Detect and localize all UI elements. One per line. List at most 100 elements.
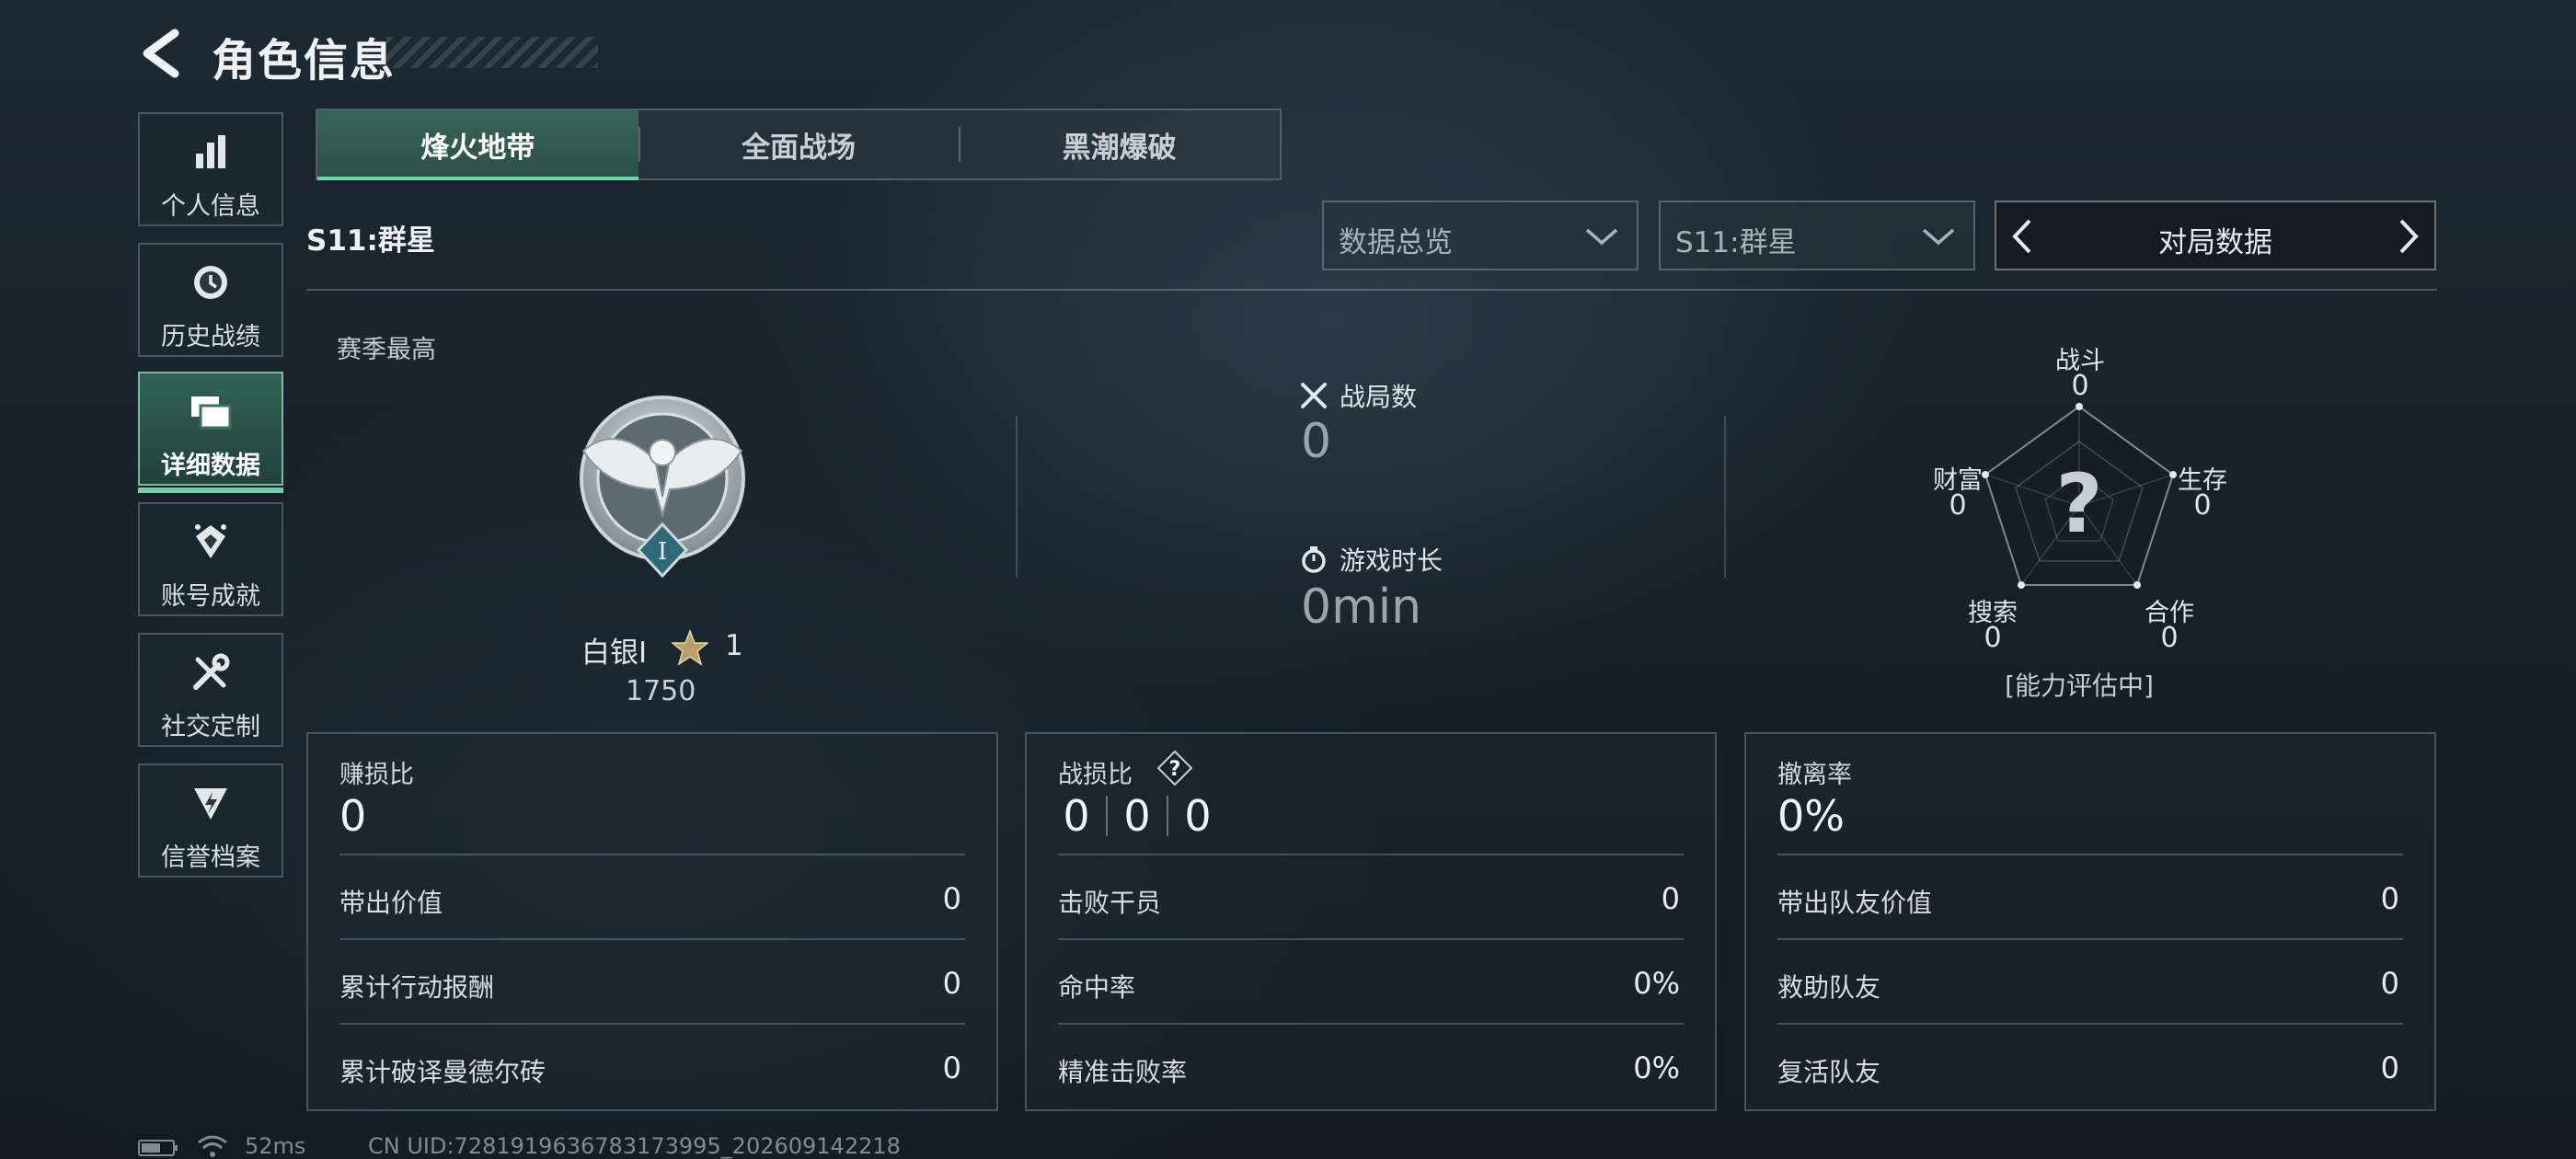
row-value: 0 [942, 966, 961, 1001]
kd-value: 0 [1063, 791, 1090, 841]
mode-tabs: 烽火地带 全面战场 黑潮爆破 [316, 109, 1282, 180]
help-icon[interactable]: ? [1157, 751, 1192, 786]
season-dropdown[interactable]: S11:群星 [1659, 201, 1975, 270]
card-row: 击败干员 0 [1058, 854, 1684, 940]
kd-value: 0 [1184, 791, 1212, 841]
radar-value-cooperation: 0 [2160, 622, 2179, 654]
ability-radar-chart: ? [1982, 403, 2177, 589]
ping-readout: 52ms [245, 1133, 306, 1159]
row-value: 0% [1633, 1050, 1680, 1085]
season-best-label: 赛季最高 [337, 336, 436, 364]
divider [1724, 416, 1726, 578]
tab-beacon-zone[interactable]: 烽火地带 [317, 110, 638, 180]
radar-value-wealth: 0 [1949, 489, 1967, 522]
chevron-down-icon [1922, 228, 1955, 246]
achievement-icon [195, 524, 226, 558]
card-row: 复活队友 0 [1777, 1023, 2403, 1109]
sidebar-item-reputation[interactable]: 信誉档案 [138, 763, 283, 878]
row-label: 复活队友 [1777, 1057, 1881, 1087]
unknown-mark: ? [2055, 456, 2102, 551]
radar-value-combat: 0 [2071, 370, 2089, 402]
kd-value: 0 [1123, 791, 1151, 841]
row-label: 命中率 [1058, 972, 1136, 1003]
chevron-right-icon[interactable] [2396, 217, 2421, 256]
extraction-rate-card: 撤离率 0% 带出队友价值 0 救助队友 0 复活队友 0 [1744, 732, 2436, 1111]
card-title: 撤离率 [1777, 761, 1852, 789]
timer-icon [1302, 546, 1326, 573]
sidebar-item-label: 历史战绩 [161, 323, 260, 351]
back-arrow-icon[interactable] [138, 28, 184, 79]
divider [1016, 416, 1018, 578]
tab-dark-tide-blast[interactable]: 黑潮爆破 [959, 110, 1280, 178]
svg-text:?: ? [1169, 758, 1181, 781]
folder-stack-icon [191, 396, 232, 430]
tools-icon [193, 653, 230, 690]
tab-full-battlefield[interactable]: 全面战场 [638, 110, 960, 178]
radar-status-note: [能力评估中] [2005, 671, 2154, 701]
card-row: 命中率 0% [1058, 938, 1684, 1025]
sidebar-item-social-custom[interactable]: 社交定制 [138, 633, 283, 747]
card-title: 战损比 [1058, 761, 1133, 789]
history-clock-icon [194, 266, 227, 299]
title-decoration [386, 37, 598, 68]
rank-score: 1750 [626, 675, 696, 707]
sidebar-item-personal-info[interactable]: 个人信息 [138, 112, 283, 226]
row-label: 累计行动报酬 [339, 972, 495, 1003]
row-label: 带出价值 [339, 888, 443, 918]
data-type-dropdown[interactable]: 数据总览 [1322, 201, 1639, 270]
row-value: 0 [2380, 1050, 2399, 1085]
card-row: 带出价值 0 [339, 854, 965, 940]
row-value: 0 [942, 1050, 961, 1085]
card-row: 带出队友价值 0 [1777, 854, 2403, 940]
sidebar-item-label: 个人信息 [161, 192, 260, 221]
row-label: 累计破译曼德尔砖 [339, 1057, 546, 1087]
playtime-label: 游戏时长 [1340, 545, 1443, 576]
row-value: 0 [942, 881, 961, 916]
season-label: S11:群星 [306, 224, 435, 258]
dropdown-value: 数据总览 [1339, 226, 1453, 259]
radar-value-survival: 0 [2193, 489, 2212, 522]
row-value: 0% [1633, 966, 1680, 1001]
kd-values: 0 0 0 [1058, 791, 1216, 841]
shield-bolt-icon [194, 788, 227, 820]
dropdown-value: S11:群星 [1675, 226, 1797, 259]
sidebar-item-label: 账号成就 [161, 582, 260, 611]
sidebar-item-achievements[interactable]: 账号成就 [138, 502, 283, 616]
card-row: 累计行动报酬 0 [339, 938, 965, 1025]
row-label: 精准击败率 [1058, 1057, 1188, 1087]
chevron-down-icon [1585, 228, 1618, 246]
card-title: 赚损比 [339, 761, 414, 789]
card-row: 累计破译曼德尔砖 0 [339, 1023, 965, 1109]
row-label: 击败干员 [1058, 888, 1162, 918]
row-label: 带出队友价值 [1777, 888, 1933, 918]
pager-label: 对局数据 [2158, 226, 2272, 259]
wifi-icon [198, 1135, 227, 1157]
row-value: 0 [2380, 881, 2399, 916]
star-icon [672, 629, 708, 666]
card-row: 精准击败率 0% [1058, 1023, 1684, 1109]
card-value: 0% [1777, 791, 1845, 841]
divider [1106, 796, 1108, 836]
sidebar-item-label: 详细数据 [161, 452, 260, 480]
sidebar-item-label: 信誉档案 [161, 843, 260, 872]
svg-text:I: I [658, 538, 667, 566]
divider [1167, 796, 1168, 836]
card-value: 0 [339, 791, 367, 841]
radar-value-search: 0 [1984, 622, 2002, 654]
kd-ratio-card: 战损比 ? 0 0 0 击败干员 0 命中率 0% 精准击败率 0% [1025, 732, 1717, 1111]
rank-emblem-icon: I [580, 396, 745, 579]
sidebar-item-history[interactable]: 历史战绩 [138, 243, 283, 357]
rank-stars-count: 1 [725, 629, 743, 662]
uid-label: CN UID:7281919636783173995_202609142218 [368, 1133, 901, 1159]
page-title: 角色信息 [212, 35, 397, 86]
row-label: 救助队友 [1777, 972, 1881, 1003]
row-value: 0 [1661, 881, 1680, 916]
bar-chart-icon [196, 135, 225, 168]
crossed-swords-icon [1301, 383, 1327, 408]
match-data-pager: 对局数据 [1995, 201, 2436, 270]
matches-value: 0 [1301, 414, 1332, 469]
card-row: 救助队友 0 [1777, 938, 2403, 1025]
row-value: 0 [2380, 966, 2399, 1001]
sidebar-item-detailed-data[interactable]: 详细数据 [138, 372, 283, 493]
matches-label: 战局数 [1340, 382, 1418, 412]
